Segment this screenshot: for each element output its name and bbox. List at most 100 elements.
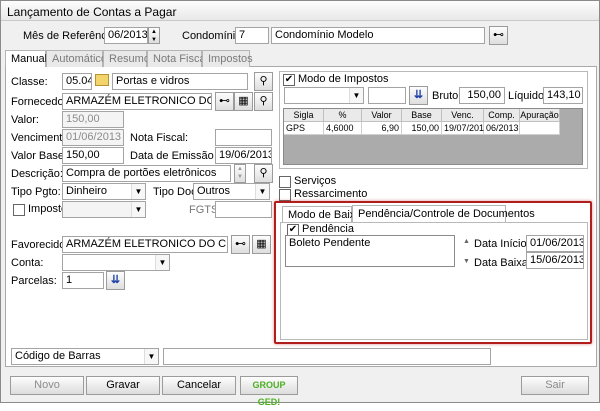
conta-select[interactable]: ▼ (62, 254, 170, 271)
impostos-expand-button[interactable]: ⇊ (409, 86, 428, 105)
cancelar-button[interactable]: Cancelar (162, 376, 236, 395)
chevron-down-icon[interactable]: ▼ (155, 255, 169, 270)
window-title: Lançamento de Contas a Pagar (7, 5, 177, 19)
binoculars-icon: ⊷ (493, 29, 504, 41)
nota-fiscal-label: Nota Fiscal: (130, 132, 189, 144)
col-base[interactable]: Base (402, 109, 442, 122)
col-valor[interactable]: Valor (362, 109, 402, 122)
tab-impostos[interactable]: Impostos (202, 50, 253, 67)
parcelas-input[interactable]: 1 (62, 272, 104, 289)
modo-impostos-checkbox[interactable]: ✔ (283, 74, 295, 86)
vencimento-input[interactable]: 01/06/2013 (62, 129, 124, 146)
servicos-checkbox[interactable] (279, 176, 291, 188)
col-percent[interactable]: % (324, 109, 362, 122)
grid-icon: ▦ (256, 238, 267, 250)
table-cell[interactable]: 19/07/2013 (442, 122, 489, 135)
impostos-table: Sigla % Valor Base Venc. Comp. Apuração … (283, 108, 583, 165)
title-bar: Lançamento de Contas a Pagar (1, 1, 599, 21)
spin-up-icon[interactable]: ▲ (151, 29, 157, 35)
parcelas-expand-button[interactable]: ⇊ (106, 271, 125, 290)
fgts-input[interactable] (215, 201, 272, 218)
modo-impostos-label: Modo de Impostos (298, 73, 389, 85)
table-cell[interactable]: GPS (284, 122, 324, 135)
highlight-box (274, 201, 592, 344)
tab-automatico[interactable]: Automático (46, 50, 107, 67)
descricao-label: Descrição: (11, 168, 63, 180)
chevron-down-icon[interactable]: ▼ (131, 184, 145, 199)
descricao-input[interactable]: Compra de portões eletrônicos (62, 165, 231, 182)
favorecido-details-button[interactable]: ▦ (252, 235, 271, 254)
impostos-select[interactable]: ▼ (284, 87, 364, 104)
table-cell[interactable] (520, 122, 560, 135)
col-comp[interactable]: Comp. (484, 109, 520, 122)
valor-base-label: Valor Base: (11, 150, 68, 162)
nota-fiscal-input[interactable] (215, 129, 272, 146)
chevron-down-icon[interactable]: ▼ (131, 202, 145, 217)
barcode-input[interactable] (163, 348, 491, 365)
bruto-input[interactable]: 150,00 (459, 87, 505, 104)
spin-down-icon[interactable]: ▼ (237, 174, 243, 180)
condominio-name-input[interactable]: Condomínio Modelo (271, 27, 485, 44)
fornecedor-details-button[interactable]: ▦ (234, 92, 253, 111)
condominio-search-button[interactable]: ⊷ (489, 26, 508, 45)
ressarcimento-label: Ressarcimento (294, 188, 368, 200)
fornecedor-find-button[interactable]: ⚲ (254, 92, 273, 111)
imposto-select[interactable]: ▼ (62, 201, 146, 218)
table-cell[interactable]: 4,6000 (324, 122, 362, 135)
col-venc[interactable]: Venc. (442, 109, 484, 122)
valor-input[interactable]: 150,00 (62, 111, 124, 128)
favorecido-search-button[interactable]: ⊷ (231, 235, 250, 254)
impostos-aux-input[interactable] (368, 87, 406, 104)
col-apuracao[interactable]: Apuração (520, 109, 560, 122)
sair-button[interactable]: Sair (521, 376, 589, 395)
data-emissao-input[interactable]: 19/06/2013 (215, 147, 272, 164)
classe-search-button[interactable]: ⚲ (254, 72, 273, 91)
tipo-doc-value: Outros (197, 185, 231, 197)
group-ged-button[interactable]: GROUP GED! (240, 376, 298, 407)
descricao-spinner[interactable]: ▲ ▼ (234, 164, 246, 183)
double-arrow-down-icon: ⇊ (413, 89, 424, 101)
ressarcimento-checkbox[interactable] (279, 189, 291, 201)
magnifier-icon: ⚲ (259, 75, 268, 87)
classe-code-input[interactable]: 05.04 (62, 73, 92, 90)
magnifier-icon: ⚲ (259, 95, 268, 107)
table-cell[interactable]: 6,90 (362, 122, 402, 135)
valor-label: Valor: (11, 114, 39, 126)
liquido-input[interactable]: 143,10 (543, 87, 583, 104)
fornecedor-input[interactable]: ARMAZÉM ELETRONICO DO CICERO (62, 93, 212, 110)
imposto-checkbox[interactable] (13, 204, 25, 216)
barcode-select[interactable]: Código de Barras ▼ (11, 348, 159, 365)
bruto-label: Bruto: (432, 90, 462, 102)
magnifier-icon: ⚲ (259, 167, 268, 179)
tipo-doc-select[interactable]: Outros ▼ (193, 183, 270, 200)
descricao-find-button[interactable]: ⚲ (254, 164, 273, 183)
classe-name-input[interactable]: Portas e vidros (112, 73, 248, 90)
gravar-button[interactable]: Gravar (86, 376, 160, 395)
tipo-pgto-select[interactable]: Dinheiro ▼ (62, 183, 146, 200)
binoculars-icon: ⊷ (235, 238, 246, 250)
tab-resumo[interactable]: Resumo (103, 50, 150, 67)
table-cell[interactable]: 06/2013 (484, 122, 520, 135)
valor-base-input[interactable]: 150,00 (62, 147, 124, 164)
col-sigla[interactable]: Sigla (284, 109, 324, 122)
folder-icon[interactable] (95, 74, 109, 86)
chevron-down-icon[interactable]: ▼ (349, 88, 363, 103)
favorecido-input[interactable]: ARMAZÉM ELETRONICO DO CICERO (62, 236, 228, 253)
classe-label: Classe: (11, 76, 48, 88)
liquido-label: Líquido: (508, 90, 548, 102)
chevron-down-icon[interactable]: ▼ (144, 349, 158, 364)
mes-spinner[interactable]: ▲ ▼ (148, 27, 160, 44)
table-cell[interactable]: 150,00 (402, 122, 442, 135)
condominio-code-input[interactable]: 7 (235, 27, 269, 44)
tab-nota-fiscal[interactable]: Nota Fiscal (147, 50, 208, 67)
spin-up-icon[interactable]: ▲ (237, 166, 243, 172)
mes-referencia-input[interactable]: 06/2013 (104, 27, 148, 44)
spin-down-icon[interactable]: ▼ (151, 37, 157, 43)
grid-icon: ▦ (238, 95, 249, 107)
novo-button[interactable]: Novo (10, 376, 84, 395)
conta-label: Conta: (11, 257, 44, 269)
tab-manual[interactable]: Manual (5, 50, 47, 68)
fornecedor-search-button[interactable]: ⊷ (215, 92, 234, 111)
barcode-select-value: Código de Barras (15, 350, 101, 362)
chevron-down-icon[interactable]: ▼ (255, 184, 269, 199)
